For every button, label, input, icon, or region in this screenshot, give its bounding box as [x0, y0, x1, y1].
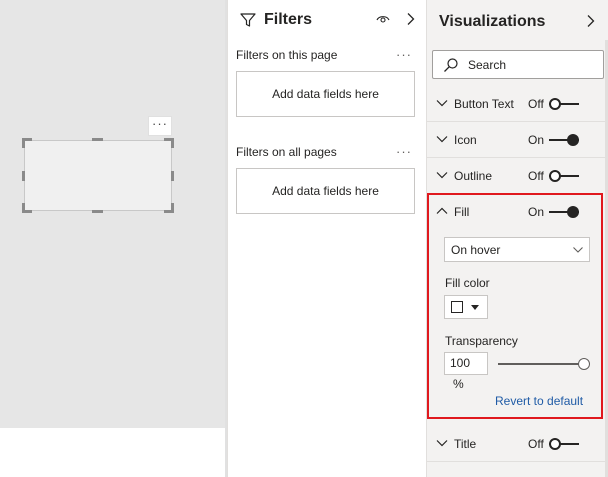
filters-title: Filters	[264, 11, 313, 28]
resize-handle-right[interactable]	[171, 171, 174, 181]
state-dropdown-value: On hover	[451, 243, 501, 257]
fill-toggle[interactable]	[549, 206, 579, 218]
transparency-value: 100	[450, 356, 471, 370]
chevron-down-icon[interactable]	[436, 98, 448, 108]
resize-handle-bottom-right[interactable]	[171, 203, 174, 213]
chevron-right-icon[interactable]	[586, 14, 596, 28]
filters-header: Filters	[238, 10, 418, 30]
search-placeholder: Search	[468, 58, 507, 72]
card-label: Title	[454, 437, 477, 451]
eye-icon[interactable]	[376, 13, 390, 25]
outline-toggle[interactable]	[549, 170, 579, 182]
transparency-unit: %	[453, 377, 464, 391]
card-title[interactable]: Title Off	[427, 426, 608, 462]
resize-handle-top-right[interactable]	[171, 138, 174, 148]
transparency-input[interactable]: 100 %	[444, 352, 488, 391]
transparency-slider-thumb[interactable]	[578, 358, 590, 370]
toggle-state-label: On	[528, 205, 545, 219]
fill-color-picker[interactable]	[444, 295, 488, 319]
card-label: Outline	[454, 169, 493, 183]
filters-on-page-label: Filters on this page	[236, 48, 338, 62]
transparency-label: Transparency	[445, 334, 518, 348]
chevron-right-icon[interactable]	[406, 12, 416, 26]
chevron-down-icon[interactable]	[436, 438, 448, 448]
card-fill-header[interactable]: Fill On	[427, 194, 608, 230]
button-text-toggle[interactable]	[549, 98, 579, 110]
card-outline[interactable]: Outline Off	[427, 158, 608, 194]
filters-on-page-drop-well[interactable]: Add data fields here	[236, 71, 415, 117]
chevron-up-icon[interactable]	[436, 206, 448, 216]
card-button-text[interactable]: Button Text Off	[427, 86, 608, 122]
format-search-input[interactable]: Search	[432, 50, 604, 79]
card-label: Icon	[454, 133, 477, 147]
revert-to-default-link[interactable]: Revert to default	[495, 394, 583, 408]
button-visual[interactable]	[24, 140, 172, 211]
state-dropdown[interactable]: On hover	[444, 237, 590, 262]
title-toggle[interactable]	[549, 438, 579, 450]
toggle-state-label: Off	[528, 437, 544, 451]
toggle-state-label: Off	[528, 97, 544, 111]
chevron-down-icon	[573, 247, 583, 253]
report-canvas[interactable]: ···	[0, 0, 227, 477]
chevron-down-icon[interactable]	[436, 134, 448, 144]
search-icon	[444, 58, 458, 72]
filters-pane: Filters Filters on this page ··· Add dat…	[227, 0, 426, 477]
resize-handle-top[interactable]	[92, 138, 103, 141]
resize-handle-top-left[interactable]	[22, 138, 25, 148]
fill-color-label: Fill color	[445, 276, 490, 290]
visualizations-title: Visualizations	[439, 13, 546, 30]
card-label: Fill	[454, 205, 470, 219]
resize-handle-left[interactable]	[22, 171, 25, 181]
filters-on-all-pages-label: Filters on all pages	[236, 145, 337, 159]
visual-more-options-button[interactable]: ···	[148, 116, 172, 136]
visualizations-pane: Visualizations Search Button Text Off Ic…	[426, 0, 608, 477]
card-label: Button Text	[454, 97, 514, 111]
color-swatch	[451, 301, 463, 313]
caret-down-icon	[471, 305, 479, 310]
resize-handle-bottom-left[interactable]	[22, 203, 25, 213]
filters-on-all-pages-drop-well[interactable]: Add data fields here	[236, 168, 415, 214]
filters-on-all-pages-more-button[interactable]: ···	[396, 144, 412, 159]
card-icon[interactable]: Icon On	[427, 122, 608, 158]
chevron-down-icon[interactable]	[436, 170, 448, 180]
toggle-state-label: Off	[528, 169, 544, 183]
icon-toggle[interactable]	[549, 134, 579, 146]
transparency-slider-track[interactable]	[498, 363, 584, 365]
filters-on-page-more-button[interactable]: ···	[396, 47, 412, 62]
filter-icon	[240, 13, 256, 27]
canvas-background	[0, 0, 225, 428]
resize-handle-bottom[interactable]	[92, 210, 103, 213]
toggle-state-label: On	[528, 133, 545, 147]
